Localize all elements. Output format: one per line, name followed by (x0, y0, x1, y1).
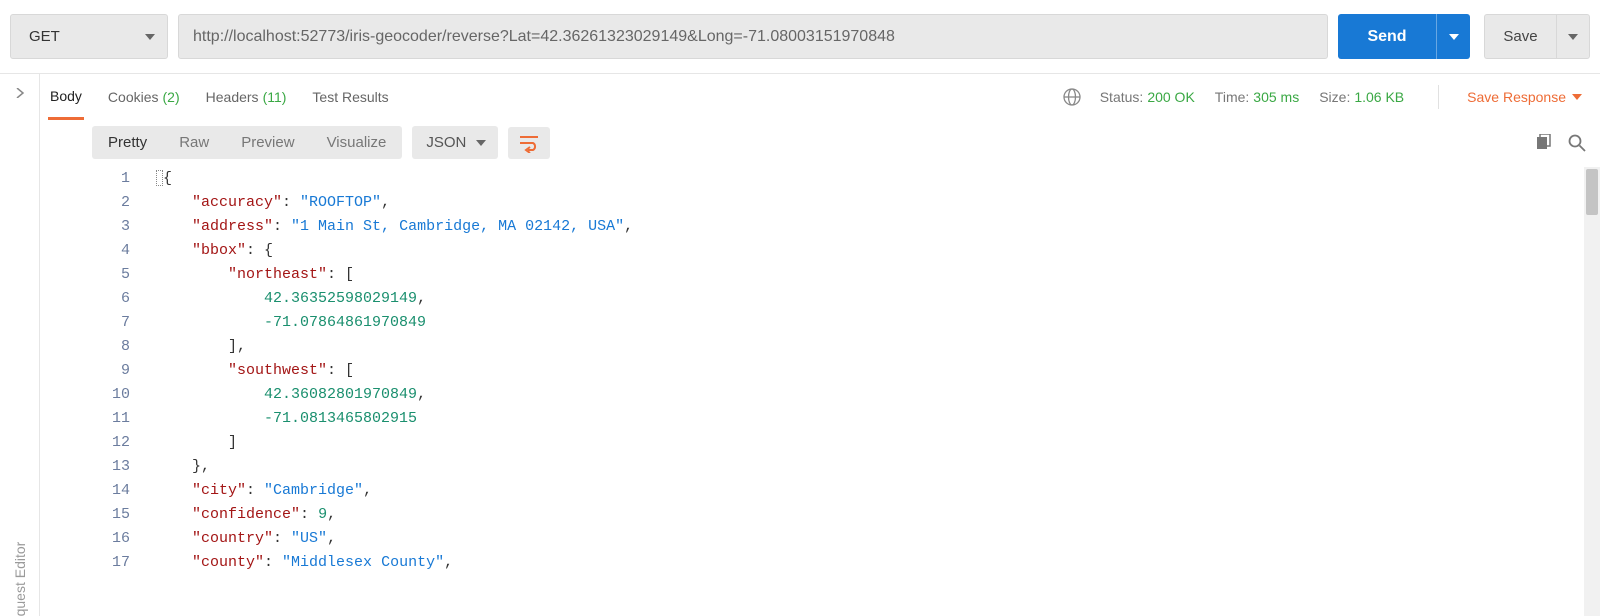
status-value: 200 OK (1147, 89, 1194, 105)
view-pretty[interactable]: Pretty (92, 126, 163, 159)
wrap-icon (518, 133, 540, 153)
toolbar-right (1534, 134, 1586, 152)
chevron-down-icon (1572, 94, 1582, 100)
divider (1438, 85, 1439, 109)
response-tabs: Body Cookies (2) Headers (11) Test Resul… (48, 74, 391, 120)
view-preview[interactable]: Preview (225, 126, 310, 159)
globe-icon[interactable] (1062, 87, 1082, 107)
expand-rail-button[interactable] (15, 88, 25, 98)
code-lines: { "accuracy": "ROOFTOP", "address": "1 M… (144, 167, 1600, 616)
url-input[interactable]: http://localhost:52773/iris-geocoder/rev… (178, 14, 1328, 59)
save-button-group: Save (1484, 14, 1590, 59)
send-dropdown-button[interactable] (1436, 14, 1470, 59)
tab-body[interactable]: Body (48, 74, 84, 120)
scrollbar-thumb[interactable] (1586, 169, 1598, 215)
response-content: Body Cookies (2) Headers (11) Test Resul… (40, 74, 1600, 616)
url-value: http://localhost:52773/iris-geocoder/rev… (193, 28, 895, 46)
language-select[interactable]: JSON (412, 126, 498, 159)
cookies-count: (2) (163, 89, 180, 105)
tab-headers[interactable]: Headers (11) (204, 74, 289, 120)
headers-count: (11) (263, 89, 287, 105)
chevron-down-icon (476, 140, 486, 146)
save-dropdown-button[interactable] (1556, 14, 1590, 59)
time-value: 305 ms (1253, 89, 1299, 105)
size-value: 1.06 KB (1354, 89, 1404, 105)
view-raw[interactable]: Raw (163, 126, 225, 159)
search-button[interactable] (1568, 134, 1586, 152)
rail-label: Request Editor (12, 542, 28, 616)
send-button-group: Send (1338, 14, 1470, 59)
request-bar: GET http://localhost:52773/iris-geocoder… (0, 0, 1600, 73)
chevron-down-icon (1449, 34, 1459, 40)
search-icon (1568, 134, 1586, 152)
left-rail: Request Editor (0, 74, 40, 616)
chevron-down-icon (1568, 34, 1578, 40)
response-meta: Status:200 OK Time:305 ms Size:1.06 KB S… (1100, 85, 1582, 109)
http-method-value: GET (29, 28, 60, 45)
wrap-lines-button[interactable] (508, 127, 550, 159)
copy-button[interactable] (1534, 134, 1552, 152)
scrollbar[interactable] (1584, 167, 1600, 616)
view-mode-segment: Pretty Raw Preview Visualize (92, 126, 402, 159)
http-method-select[interactable]: GET (10, 14, 168, 59)
view-visualize[interactable]: Visualize (311, 126, 403, 159)
response-body[interactable]: 1234567891011121314151617 { "accuracy": … (40, 167, 1600, 616)
copy-icon (1534, 134, 1552, 152)
size-block[interactable]: Size:1.06 KB (1319, 89, 1404, 105)
save-button[interactable]: Save (1484, 14, 1556, 59)
send-button[interactable]: Send (1338, 14, 1436, 59)
tab-test-results[interactable]: Test Results (310, 74, 390, 120)
body-toolbar: Pretty Raw Preview Visualize JSON (40, 120, 1600, 167)
tab-cookies[interactable]: Cookies (2) (106, 74, 182, 120)
status-block[interactable]: Status:200 OK (1100, 89, 1195, 105)
save-response-button[interactable]: Save Response (1467, 89, 1582, 105)
line-gutter: 1234567891011121314151617 (40, 167, 144, 616)
time-block[interactable]: Time:305 ms (1215, 89, 1299, 105)
chevron-down-icon (145, 34, 155, 40)
response-area: Request Editor Body Cookies (2) Headers … (0, 73, 1600, 616)
response-header-row: Body Cookies (2) Headers (11) Test Resul… (40, 74, 1600, 120)
